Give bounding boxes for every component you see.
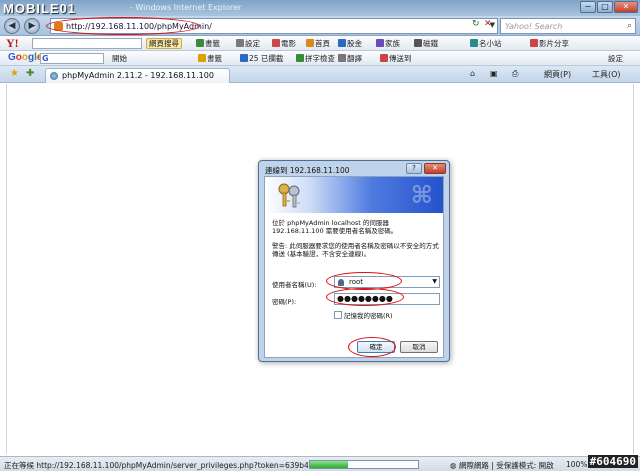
- toolbar-item-movies[interactable]: 電影: [272, 38, 296, 49]
- zoom-level[interactable]: 100%: [566, 460, 587, 469]
- toolbar-item-family[interactable]: 家族: [376, 38, 400, 49]
- cancel-button[interactable]: 取消: [400, 341, 438, 353]
- dialog-warning: 警告: 此伺服器要求您的使用者名稱及密碼以不安全的方式傳送 (基本驗證，不含安全…: [272, 242, 439, 258]
- tab-bar: ★ ✚ phpMyAdmin 2.11.2 - 192.168.11.100 ⌂…: [0, 66, 640, 83]
- add-favorite-icon[interactable]: ✚: [26, 68, 34, 79]
- password-label: 密碼(P):: [272, 298, 297, 306]
- user-icon: [338, 279, 344, 286]
- window-title: - Windows Internet Explorer: [130, 3, 242, 12]
- dialog-body: ⌘ 位於 phpMyAdmin localhost 的伺服器 192.168.1…: [264, 176, 444, 358]
- password-value[interactable]: ●●●●●●●●: [337, 294, 393, 303]
- toolbar-item-bookmarks[interactable]: 書籤: [196, 38, 220, 49]
- dialog-close-button[interactable]: ✕: [424, 163, 446, 174]
- search-placeholder: Yahoo! Search: [505, 22, 563, 31]
- login-dialog: 連線到 192.168.11.100 ? ✕ ⌘ 位於 phpMyAdmin l…: [258, 160, 450, 362]
- home-icon[interactable]: ⌂: [470, 69, 475, 78]
- chevron-down-icon[interactable]: ▼: [432, 278, 437, 285]
- globe-icon: ◍: [450, 461, 459, 470]
- dialog-title: 連線到 192.168.11.100: [265, 166, 350, 175]
- google-toolbar: Google G 開始 書籤 25 已攔截 拼字檢查 翻譯 傳送到 設定: [0, 51, 640, 66]
- remember-label: 記憶我的密碼(R): [344, 312, 393, 320]
- toolbar-item-sites[interactable]: 名小站: [470, 38, 502, 49]
- favorites-star-icon[interactable]: ★: [10, 68, 19, 79]
- yahoo-search-button[interactable]: 網頁搜尋: [146, 38, 182, 49]
- toolbar-item-finance[interactable]: 股金: [338, 38, 362, 49]
- toolbar-item-videos[interactable]: 影片分享: [530, 38, 569, 49]
- window-controls: − □ ✕: [580, 1, 638, 13]
- username-field[interactable]: root ▼: [334, 276, 440, 288]
- refresh-icon[interactable]: ↻: [472, 19, 480, 29]
- security-zone: ◍ 網際網路 | 受保護模式: 開啟: [450, 461, 554, 470]
- google-item-send[interactable]: 傳送到: [380, 53, 412, 64]
- site-logo: MOBILE01: [3, 1, 77, 16]
- toolbar-item-magnet[interactable]: 磁鐵: [414, 38, 438, 49]
- navigation-bar: ◀ ▶ http://192.168.11.100/phpMyAdmin/ ▼ …: [0, 16, 640, 36]
- toolbar-item-home[interactable]: 首頁: [306, 38, 330, 49]
- dialog-message: 位於 phpMyAdmin localhost 的伺服器 192.168.11.…: [272, 219, 398, 235]
- progress-bar: [309, 460, 419, 469]
- username-label: 使用者名稱(U):: [272, 281, 317, 289]
- keys-icon: [278, 183, 300, 208]
- status-bar: 正在等候 http://192.168.11.100/phpMyAdmin/se…: [0, 456, 640, 471]
- feeds-icon[interactable]: ▣: [490, 69, 498, 78]
- maximize-button[interactable]: □: [597, 1, 613, 13]
- stop-icon[interactable]: ✕: [484, 19, 492, 29]
- watermark: #604690: [587, 455, 638, 468]
- remember-password-checkbox[interactable]: 記憶我的密碼(R): [334, 310, 393, 320]
- search-input[interactable]: Yahoo! Search ⌕: [500, 18, 636, 34]
- menu-page[interactable]: 網頁(P): [544, 69, 571, 80]
- ie-page-icon: [50, 72, 58, 80]
- forward-arrow-icon[interactable]: ▶: [24, 18, 40, 34]
- progress-fill: [310, 461, 348, 468]
- google-search-input[interactable]: G: [40, 53, 104, 64]
- address-url[interactable]: http://192.168.11.100/phpMyAdmin/: [66, 22, 212, 31]
- help-button[interactable]: ?: [406, 163, 422, 174]
- google-item-popup-blocked[interactable]: 25 已攔截: [240, 53, 283, 64]
- dialog-banner: ⌘: [265, 177, 443, 213]
- username-value[interactable]: root: [349, 278, 363, 286]
- address-bar[interactable]: http://192.168.11.100/phpMyAdmin/ ▼: [50, 18, 498, 34]
- status-text: 正在等候 http://192.168.11.100/phpMyAdmin/se…: [4, 461, 359, 470]
- close-window-button[interactable]: ✕: [614, 1, 638, 13]
- search-icon[interactable]: ⌕: [627, 21, 632, 31]
- checkbox-box[interactable]: [334, 311, 342, 319]
- banner-decoration: ⌘: [410, 181, 433, 209]
- window-titlebar: MOBILE01 - Windows Internet Explorer − □…: [0, 0, 640, 16]
- print-icon[interactable]: ⎙: [512, 69, 518, 79]
- toolbar-item-settings[interactable]: 設定: [236, 38, 260, 49]
- page-icon: [54, 22, 63, 31]
- password-field[interactable]: ●●●●●●●●: [334, 293, 440, 305]
- back-arrow-icon[interactable]: ◀: [4, 18, 20, 34]
- google-logo[interactable]: Google: [8, 52, 42, 63]
- google-item-bookmarks[interactable]: 書籤: [198, 53, 222, 64]
- minimize-button[interactable]: −: [580, 1, 596, 13]
- yahoo-logo[interactable]: Y!: [6, 36, 19, 51]
- google-item-start[interactable]: 開始: [112, 53, 127, 64]
- yahoo-search-input[interactable]: [32, 38, 142, 49]
- google-item-spellcheck[interactable]: 拼字檢查: [296, 53, 335, 64]
- menu-tools[interactable]: 工具(O): [592, 69, 621, 80]
- google-item-translate[interactable]: 翻譯: [338, 53, 362, 64]
- tab-phpmyadmin[interactable]: phpMyAdmin 2.11.2 - 192.168.11.100: [45, 68, 230, 83]
- yahoo-toolbar: Y! 網頁搜尋 書籤 設定 電影 首頁 股金 家族 磁鐵 名小站 影片分享: [0, 36, 640, 51]
- tab-label: phpMyAdmin 2.11.2 - 192.168.11.100: [62, 71, 214, 80]
- ok-button[interactable]: 確定: [357, 341, 395, 353]
- google-item-settings[interactable]: 設定: [608, 53, 623, 64]
